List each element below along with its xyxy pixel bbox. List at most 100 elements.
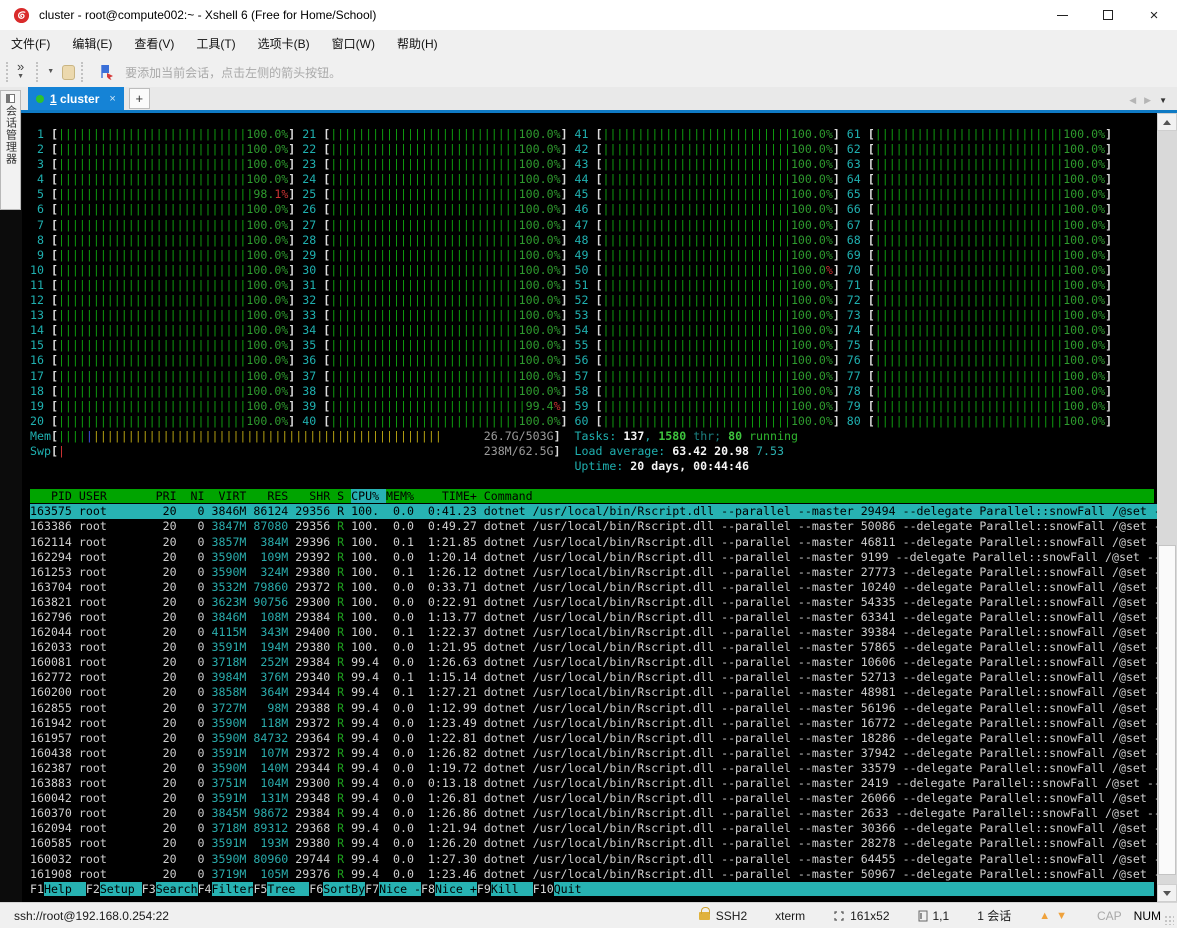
- cpu-meter-row: 2 [|||||||||||||||||||||||||||100.0%] 22…: [30, 142, 1113, 157]
- cpu-meter-row: 18 [|||||||||||||||||||||||||||100.0%] 3…: [30, 383, 1113, 398]
- fkey-label: F2: [85, 881, 100, 896]
- process-row[interactable]: 162855 root 20 0 3727M 98M 29388 R 99.4 …: [30, 701, 1157, 716]
- fkey-action: Quit: [553, 881, 596, 896]
- cpu-meter-row: 20 [|||||||||||||||||||||||||||100.0%] 4…: [30, 413, 1113, 428]
- process-row[interactable]: 162114 root 20 0 3857M 384M 29396 R 100.…: [30, 535, 1157, 550]
- process-row[interactable]: 163704 root 20 0 3532M 79860 29372 R 100…: [30, 580, 1157, 595]
- tab-scroll-left-icon[interactable]: ◀: [1129, 95, 1136, 106]
- process-row[interactable]: 162094 root 20 0 3718M 89312 29368 R 99.…: [30, 821, 1157, 836]
- tab-bar: 1 cluster × + ◀ ▶ ▼: [0, 87, 1177, 113]
- fkey-label: F10: [532, 881, 554, 896]
- tab-cluster[interactable]: 1 cluster ×: [28, 87, 124, 110]
- maximize-button[interactable]: [1085, 0, 1131, 30]
- menu-window[interactable]: 窗口(W): [321, 31, 386, 56]
- fkey-label: F4: [197, 881, 212, 896]
- process-row[interactable]: 162796 root 20 0 3846M 108M 29384 R 100.…: [30, 610, 1157, 625]
- cpu-meter-row: 14 [|||||||||||||||||||||||||||100.0%] 3…: [30, 323, 1113, 338]
- fkey-label: F7: [365, 881, 380, 896]
- left-margin: [0, 113, 22, 902]
- process-row[interactable]: 160200 root 20 0 3858M 364M 29344 R 99.4…: [30, 685, 1157, 700]
- fkey-action: Nice +: [434, 881, 477, 896]
- minimize-button[interactable]: [1039, 0, 1085, 30]
- window-title: cluster - root@compute002:~ - Xshell 6 (…: [39, 8, 377, 22]
- process-row[interactable]: 160081 root 20 0 3718M 252M 29384 R 99.4…: [30, 655, 1157, 670]
- scroll-down-arrow-icon[interactable]: ▼: [1056, 910, 1067, 922]
- process-row[interactable]: 161908 root 20 0 3719M 105M 29376 R 99.4…: [30, 867, 1157, 882]
- cpu-meter-row: 15 [|||||||||||||||||||||||||||100.0%] 3…: [30, 338, 1113, 353]
- cpu-meter-row: 5 [||||||||||||||||||||||||||||98.1%] 25…: [30, 187, 1113, 202]
- menu-edit[interactable]: 编辑(E): [61, 31, 123, 56]
- num-lock-indicator: NUM: [1133, 908, 1161, 923]
- caps-lock-indicator: CAP: [1096, 908, 1122, 923]
- process-table-header: PID USER PRI NI VIRT RES SHR S CPU% MEM%…: [30, 489, 1154, 504]
- process-row[interactable]: 163821 root 20 0 3623M 90756 29300 R 100…: [30, 595, 1157, 610]
- resize-grip[interactable]: [1164, 915, 1174, 925]
- process-row[interactable]: 160370 root 20 0 3845M 98672 29384 R 99.…: [30, 806, 1157, 821]
- process-row[interactable]: 162294 root 20 0 3590M 109M 29392 R 100.…: [30, 550, 1157, 565]
- terminal[interactable]: 1 [|||||||||||||||||||||||||||100.0%] 21…: [22, 113, 1157, 902]
- process-row[interactable]: 163386 root 20 0 3847M 87080 29356 R 100…: [30, 519, 1157, 534]
- process-row[interactable]: 160042 root 20 0 3591M 131M 29348 R 99.4…: [30, 791, 1157, 806]
- title-bar: cluster - root@compute002:~ - Xshell 6 (…: [0, 0, 1177, 30]
- process-row[interactable]: 162387 root 20 0 3590M 140M 29344 R 99.4…: [30, 761, 1157, 776]
- menu-help[interactable]: 帮助(H): [386, 31, 449, 56]
- terminal-size-label: 161x52: [850, 908, 890, 923]
- session-manager-side-tab[interactable]: 会话管理器: [0, 90, 21, 210]
- lock-icon: [698, 906, 710, 920]
- tab-close-icon[interactable]: ×: [109, 93, 115, 105]
- memory-meter-row: Mem[||||||||||||||||||||||||||||||||||||…: [30, 428, 798, 443]
- session-count-label: 1 会话: [977, 909, 1012, 923]
- highlight-swatch-icon[interactable]: [62, 64, 76, 80]
- toolbar-dropdown-button[interactable]: ▼: [41, 67, 60, 77]
- process-row[interactable]: 160438 root 20 0 3591M 107M 29372 R 99.4…: [30, 746, 1157, 761]
- scrollbar-up-icon[interactable]: [1157, 113, 1177, 131]
- tab-label: 1 cluster: [50, 91, 100, 106]
- tab-list-dropdown-icon[interactable]: ▼: [1159, 96, 1167, 105]
- menu-view[interactable]: 查看(V): [123, 31, 185, 56]
- fkey-label: F6: [309, 881, 324, 896]
- session-status-dot: [36, 94, 44, 103]
- scrollbar-thumb[interactable]: [1158, 545, 1176, 875]
- terminal-type-label: xterm: [775, 908, 806, 923]
- fkey-action: SortBy: [323, 881, 366, 896]
- process-row[interactable]: 162033 root 20 0 3591M 194M 29380 R 100.…: [30, 640, 1157, 655]
- cpu-meter-row: 12 [|||||||||||||||||||||||||||100.0%] 3…: [30, 293, 1113, 308]
- process-row[interactable]: 162044 root 20 0 4115M 343M 29400 R 100.…: [30, 625, 1157, 640]
- main-area: 1 [|||||||||||||||||||||||||||100.0%] 21…: [0, 113, 1177, 902]
- fkey-label: F8: [421, 881, 435, 896]
- panel-icon: [6, 94, 15, 103]
- menu-tools[interactable]: 工具(T): [185, 31, 246, 56]
- scrollbar[interactable]: [1157, 113, 1177, 902]
- fkey-label: F3: [141, 881, 156, 896]
- cursor-position-icon: [918, 910, 927, 921]
- scroll-up-arrow-icon[interactable]: ▲: [1039, 910, 1050, 922]
- cpu-meter-row: 17 [|||||||||||||||||||||||||||100.0%] 3…: [30, 368, 1113, 383]
- menu-tab[interactable]: 选项卡(B): [247, 31, 321, 56]
- toolbar-hint-text: 要添加当前会话，点击左侧的箭头按钮。: [125, 65, 342, 80]
- fkey-action: Help: [43, 881, 86, 896]
- process-row[interactable]: 163883 root 20 0 3751M 104M 29300 R 99.4…: [30, 776, 1157, 791]
- process-row[interactable]: 160032 root 20 0 3590M 80960 29744 R 99.…: [30, 852, 1157, 867]
- tab-scroll-right-icon[interactable]: ▶: [1144, 95, 1151, 106]
- process-row[interactable]: 162772 root 20 0 3984M 376M 29340 R 99.4…: [30, 670, 1157, 685]
- menu-file[interactable]: 文件(F): [0, 31, 61, 56]
- cpu-meter-row: 9 [|||||||||||||||||||||||||||100.0%] 29…: [30, 247, 1113, 262]
- cursor-position-label: 1,1: [932, 908, 950, 923]
- new-tab-button[interactable]: +: [128, 88, 150, 109]
- process-row[interactable]: 161253 root 20 0 3590M 324M 29380 R 100.…: [30, 565, 1157, 580]
- cpu-meter-row: 19 [|||||||||||||||||||||||||||100.0%] 3…: [30, 398, 1113, 413]
- cpu-meter-row: 6 [|||||||||||||||||||||||||||100.0%] 26…: [30, 202, 1113, 217]
- process-row-selected[interactable]: 163575 root 20 0 3846M 86124 29356 R 100…: [30, 504, 1157, 520]
- toolbar: » ▼ ▼ 要添加当前会话，点击左侧的箭头按钮。: [0, 57, 1177, 87]
- process-row[interactable]: 160585 root 20 0 3591M 193M 29380 R 99.4…: [30, 836, 1157, 851]
- close-button[interactable]: ×: [1131, 0, 1177, 30]
- function-key-bar[interactable]: F1Help F2Setup F3SearchF4FilterF5Tree F6…: [30, 881, 1157, 897]
- cpu-meter-row: 8 [|||||||||||||||||||||||||||100.0%] 28…: [30, 232, 1113, 247]
- flag-icon: [101, 65, 114, 80]
- toolbar-expand-button[interactable]: » ▼: [11, 60, 30, 82]
- fkey-label: F9: [476, 881, 491, 896]
- process-row[interactable]: 161942 root 20 0 3590M 118M 29372 R 99.4…: [30, 716, 1157, 731]
- scrollbar-down-icon[interactable]: [1157, 884, 1177, 902]
- process-row[interactable]: 161957 root 20 0 3590M 84732 29364 R 99.…: [30, 731, 1157, 746]
- cpu-meter-row: 1 [|||||||||||||||||||||||||||100.0%] 21…: [30, 127, 1113, 141]
